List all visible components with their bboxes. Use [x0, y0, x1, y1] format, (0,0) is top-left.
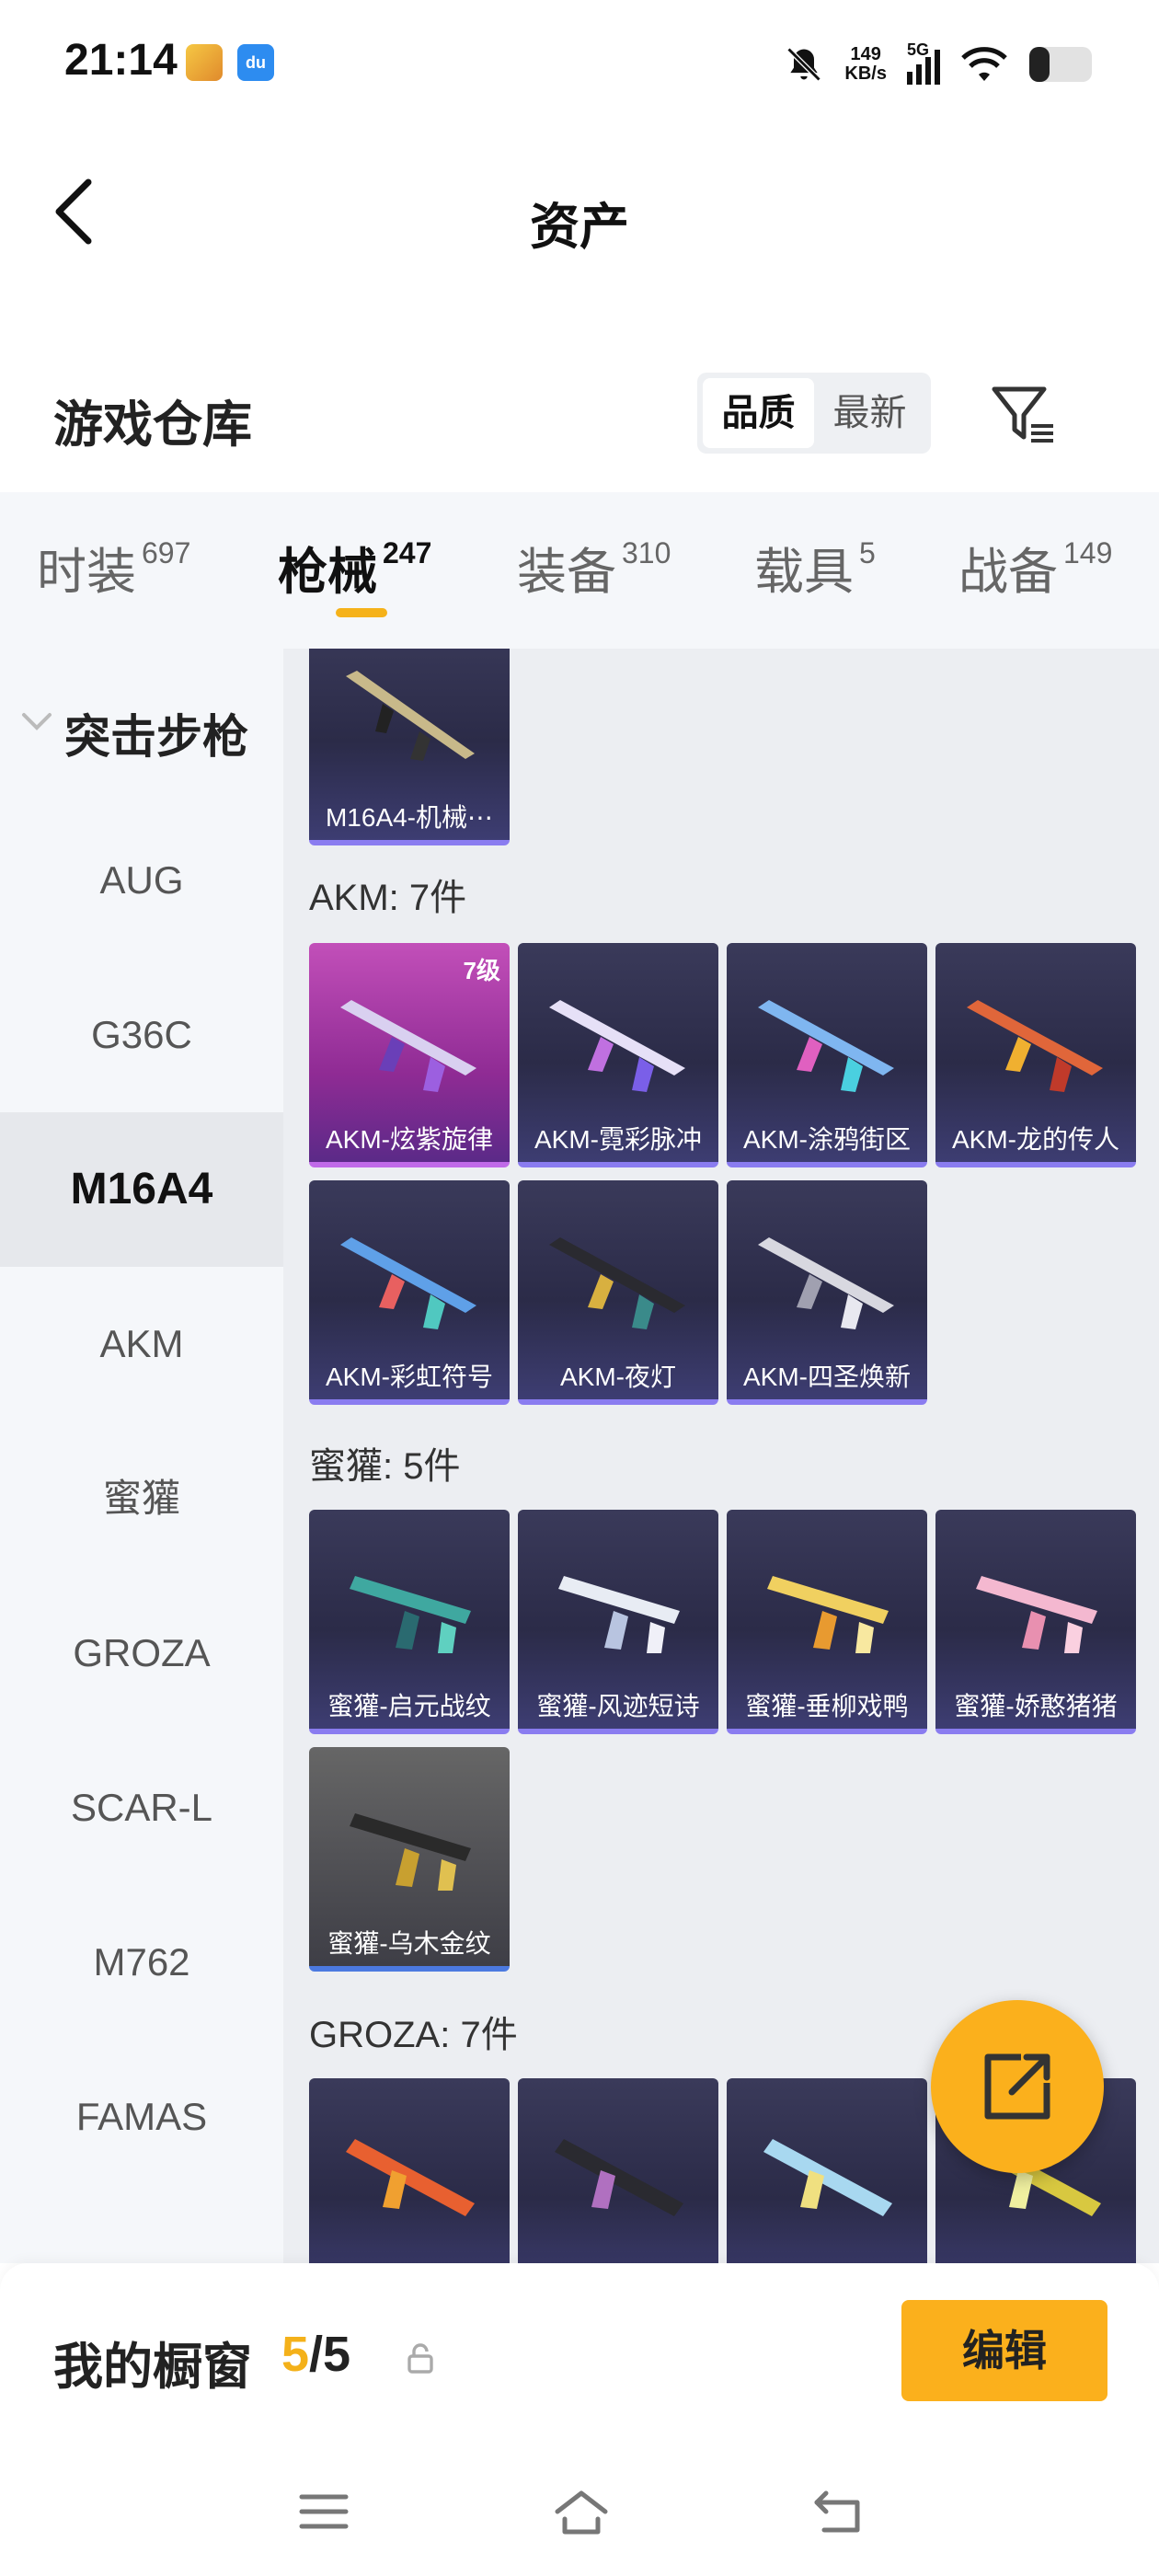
- sidebar-item-honey-badger[interactable]: 蜜獾: [0, 1421, 283, 1576]
- skin-card[interactable]: AKM-四圣焕新: [727, 1180, 927, 1405]
- smg-image: [350, 1576, 471, 1653]
- top-header: 资产: [0, 156, 1159, 267]
- home-icon[interactable]: [552, 2486, 611, 2537]
- skin-name: AKM-炫紫旋律: [325, 1125, 493, 1154]
- skin-name: AKM-夜灯: [559, 1363, 676, 1391]
- sidebar-item-g36c[interactable]: G36C: [0, 958, 283, 1112]
- share-external-icon: [984, 2053, 1050, 2120]
- assets-page: 21:14 du 149 KB/s 5G 资产 游戏仓库 品质 最新 时装 69…: [0, 0, 1159, 2576]
- smg-image: [767, 1576, 889, 1653]
- system-nav-bar: [0, 2447, 1159, 2576]
- skin-card[interactable]: AKM-龙的传人: [935, 943, 1136, 1167]
- warehouse-title: 游戏仓库: [53, 397, 252, 453]
- skin-card[interactable]: AKM-涂鸦街区: [727, 943, 927, 1167]
- wifi-icon: [961, 47, 1007, 81]
- sidebar-item-groza[interactable]: GROZA: [0, 1576, 283, 1731]
- skin-name: 蜜獾-启元战纹: [327, 1692, 491, 1720]
- skin-name: 蜜獾-乌木金纹: [327, 1929, 491, 1958]
- skin-card[interactable]: [309, 2078, 510, 2263]
- showcase-label: 我的橱窗: [53, 2340, 252, 2395]
- sidebar-item-m16a4[interactable]: M16A4: [0, 1112, 283, 1267]
- skin-name: 蜜獾-娇憨猪猪: [954, 1692, 1118, 1720]
- sidebar-group-assault-rifles[interactable]: 突击步枪: [0, 649, 283, 803]
- sidebar-item-famas[interactable]: FAMAS: [0, 2040, 283, 2194]
- skin-card[interactable]: AKM-夜灯: [518, 1180, 718, 1405]
- rifle-image: [340, 1000, 476, 1092]
- section-header-akm: AKM: 7件: [309, 878, 467, 918]
- status-icons: 149 KB/s 5G: [784, 37, 1095, 92]
- skin-name: AKM-四圣焕新: [742, 1363, 911, 1391]
- skin-name: 蜜獾-垂柳戏鸭: [745, 1692, 909, 1720]
- rifle-image: [346, 2139, 475, 2216]
- tab-vehicles[interactable]: 载具 5: [754, 531, 876, 604]
- chevron-down-icon: [22, 713, 52, 730]
- skin-card[interactable]: 7级 AKM-炫紫旋律: [309, 943, 510, 1167]
- rifle-image: [346, 671, 475, 761]
- rifle-image: [758, 1000, 894, 1092]
- menu-icon[interactable]: [296, 2486, 351, 2537]
- lock-icon: [407, 2343, 433, 2374]
- skin-name: AKM-涂鸦街区: [742, 1125, 911, 1154]
- edit-button[interactable]: 编辑: [901, 2300, 1107, 2401]
- skin-card[interactable]: 蜜獾-启元战纹: [309, 1510, 510, 1734]
- rifle-image: [555, 2139, 683, 2216]
- mute-bell-icon: [786, 47, 821, 82]
- skin-name: 蜜獾-风迹短诗: [536, 1692, 700, 1720]
- weapon-sidebar: 突击步枪 AUG G36C M16A4 AKM 蜜獾 GROZA SCAR-L …: [0, 649, 283, 2263]
- filter-icon[interactable]: [989, 382, 1057, 446]
- sidebar-item-aug[interactable]: AUG: [0, 803, 283, 958]
- rifle-image: [549, 1000, 685, 1092]
- active-tab-indicator: [336, 608, 387, 617]
- tab-equipment[interactable]: 装备 310: [517, 531, 671, 604]
- skin-card[interactable]: M16A4-机械⋯: [309, 649, 510, 845]
- status-bar: 21:14 du 149 KB/s 5G: [0, 0, 1159, 120]
- signal-icon: 5G: [907, 40, 940, 85]
- showcase-bar: 我的橱窗 5/5 编辑: [0, 2263, 1159, 2447]
- skin-card[interactable]: 蜜獾-乌木金纹: [309, 1747, 510, 1972]
- smg-image: [350, 1813, 471, 1891]
- skin-card[interactable]: 蜜獾-垂柳戏鸭: [727, 1510, 927, 1734]
- category-tabs: 时装 697 枪械 247 装备 310 载具 5 战备 149: [0, 492, 1159, 649]
- rifle-image: [967, 1000, 1103, 1092]
- skin-card[interactable]: AKM-霓彩脉冲: [518, 943, 718, 1167]
- tab-guns[interactable]: 枪械 247: [278, 531, 431, 604]
- back-icon[interactable]: [809, 2486, 865, 2537]
- game-app-icon: [186, 44, 223, 81]
- smg-image: [558, 1576, 680, 1653]
- status-time: 21:14: [64, 36, 178, 85]
- sidebar-item-scar-l[interactable]: SCAR-L: [0, 1731, 283, 1885]
- section-header-honey-badger: 蜜獾: 5件: [309, 1446, 461, 1487]
- skin-card[interactable]: [727, 2078, 927, 2263]
- tab-supplies[interactable]: 战备 149: [958, 531, 1112, 604]
- sort-newest-button[interactable]: 最新: [814, 378, 925, 448]
- smg-image: [976, 1576, 1097, 1653]
- skin-card[interactable]: AKM-彩虹符号: [309, 1180, 510, 1405]
- battery-icon: [1029, 47, 1092, 82]
- rifle-image: [549, 1237, 685, 1329]
- showcase-count: 5/5: [281, 2327, 351, 2382]
- page-title: 资产: [530, 200, 629, 255]
- skin-card[interactable]: 蜜獾-娇憨猪猪: [935, 1510, 1136, 1734]
- rifle-image: [763, 2139, 892, 2216]
- warehouse-header: 游戏仓库 品质 最新: [0, 363, 1159, 474]
- sidebar-item-m762[interactable]: M762: [0, 1885, 283, 2040]
- skin-name: AKM-龙的传人: [951, 1125, 1119, 1154]
- sidebar-item-akm[interactable]: AKM: [0, 1267, 283, 1421]
- skin-name: M16A4-机械⋯: [325, 803, 494, 832]
- rifle-image: [758, 1237, 894, 1329]
- sort-quality-button[interactable]: 品质: [703, 378, 814, 448]
- skin-name: AKM-霓彩脉冲: [534, 1125, 702, 1154]
- du-app-icon: du: [237, 44, 274, 81]
- sort-toggle: 品质 最新: [697, 373, 931, 454]
- skin-name: AKM-彩虹符号: [325, 1363, 493, 1391]
- tab-fashion[interactable]: 时装 697: [37, 531, 190, 604]
- skin-card[interactable]: [518, 2078, 718, 2263]
- section-header-groza: GROZA: 7件: [309, 2015, 518, 2055]
- rifle-image: [340, 1237, 476, 1329]
- net-speed: 149 KB/s: [844, 44, 887, 84]
- share-button[interactable]: [931, 2000, 1104, 2173]
- sidebar-group-label: 突击步枪: [64, 711, 248, 763]
- skin-card[interactable]: 蜜獾-风迹短诗: [518, 1510, 718, 1734]
